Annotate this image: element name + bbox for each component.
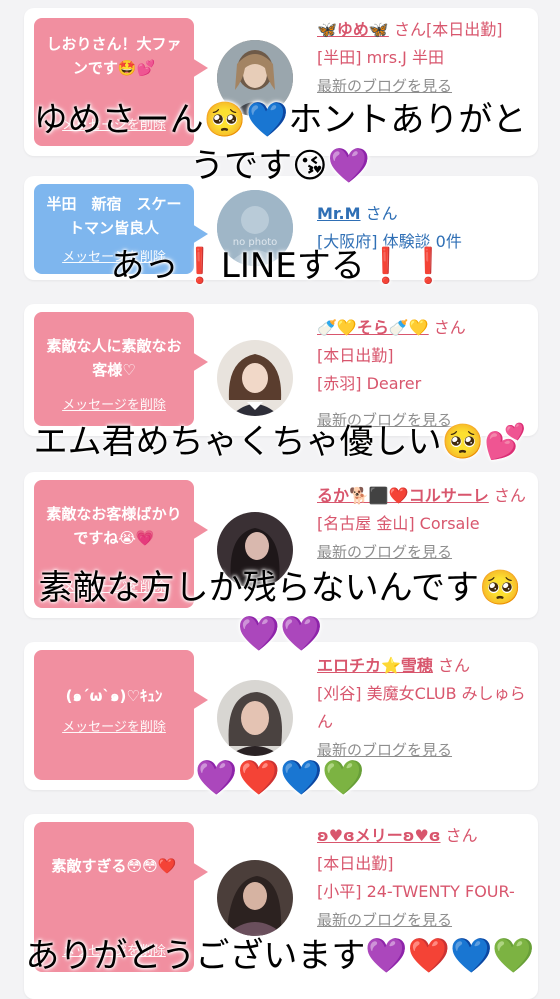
honorific: さん: [393, 20, 426, 39]
message-text: 半田 新宿 スケートマン皆良人: [46, 195, 182, 237]
message-bubble: 素敵なお客様ばかりですね😭💗 メッセージを削除: [34, 480, 208, 608]
shop-text: [刈谷] 美魔女CLUB みしゅらん: [317, 684, 526, 731]
message-card: 半田 新宿 スケートマン皆良人 メッセージを削除 no photo Mr.M さ…: [24, 176, 538, 280]
delete-message-link[interactable]: メッセージを削除: [34, 394, 194, 418]
profile-name[interactable]: 🍼💛そら🍼💛: [317, 318, 429, 337]
profile-name[interactable]: Mr.M: [317, 204, 361, 223]
profile-info: 🦋ゆめ🦋 さん[本日出勤] [半田] mrs.J 半田 最新のブログを見る: [317, 16, 532, 100]
message-card: (๑´ω`๑)♡ｷｭﾝ メッセージを削除 エロチカ⭐雪穂 さん [刈谷] 美魔女…: [24, 642, 538, 790]
profile-info: ʚ♥ɞメリーʚ♥ɞ さん [本日出勤] [小平] 24-TWENTY FOUR-…: [317, 822, 532, 934]
avatar[interactable]: [217, 512, 293, 588]
avatar-photo: [217, 512, 293, 588]
message-bubble: 半田 新宿 スケートマン皆良人 メッセージを削除: [34, 184, 208, 274]
blog-link[interactable]: 最新のブログを見る: [317, 906, 532, 934]
avatar[interactable]: no photo: [217, 190, 293, 266]
profile-name[interactable]: ʚ♥ɞメリーʚ♥ɞ: [317, 826, 441, 845]
status-text: [本日出勤]: [317, 346, 394, 365]
message-text: しおりさん！大ファンです🤩💕: [46, 35, 182, 77]
message-card: 素敵なお客様ばかりですね😭💗 メッセージを削除 るか🐕⬛❤️コルサーレ さん […: [24, 472, 538, 618]
honorific: さん: [445, 826, 478, 845]
message-text: (๑´ω`๑)♡ｷｭﾝ: [65, 687, 163, 705]
message-bubble: 素敵すぎる😳😳❤️ メッセージを削除: [34, 822, 208, 972]
avatar[interactable]: [217, 340, 293, 416]
shop-text: [赤羽] Dearer: [317, 374, 422, 393]
shop-text: [小平] 24-TWENTY FOUR-: [317, 882, 515, 901]
honorific: さん: [433, 318, 466, 337]
profile-info: るか🐕⬛❤️コルサーレ さん [名古屋 金山] Corsale 最新のブログを見…: [317, 482, 532, 566]
avatar-photo: [217, 340, 293, 416]
profile-name[interactable]: 🦋ゆめ🦋: [317, 20, 389, 39]
blog-link[interactable]: 最新のブログを見る: [317, 538, 532, 566]
profile-name[interactable]: エロチカ⭐雪穂: [317, 656, 433, 675]
avatar[interactable]: [217, 680, 293, 756]
shop-text: [大阪府] 体験談 0件: [317, 232, 462, 251]
avatar[interactable]: [217, 40, 293, 116]
profile-name[interactable]: るか🐕⬛❤️コルサーレ: [317, 486, 489, 505]
default-person-icon: [217, 190, 293, 266]
shop-text: [名古屋 金山] Corsale: [317, 514, 480, 533]
shop-text: [半田] mrs.J 半田: [317, 48, 444, 67]
status-text: [本日出勤]: [425, 20, 503, 39]
message-text: 素敵な人に素敵なお客様♡: [46, 337, 182, 379]
blog-link[interactable]: 最新のブログを見る: [317, 72, 532, 100]
avatar-photo: [217, 860, 293, 936]
profile-info: 🍼💛そら🍼💛 さん [本日出勤] [赤羽] Dearer 最新のブログを見る: [317, 314, 532, 434]
message-bubble: (๑´ω`๑)♡ｷｭﾝ メッセージを削除: [34, 650, 208, 780]
profile-info: Mr.M さん [大阪府] 体験談 0件: [317, 200, 532, 256]
message-card: 素敵すぎる😳😳❤️ メッセージを削除 ʚ♥ɞメリーʚ♥ɞ さん [本日出勤] […: [24, 814, 538, 999]
delete-message-link[interactable]: メッセージを削除: [34, 576, 194, 600]
honorific: さん: [493, 486, 526, 505]
delete-message-link[interactable]: メッセージを削除: [34, 940, 194, 964]
message-text: 素敵すぎる😳😳❤️: [51, 857, 177, 875]
message-text: 素敵なお客様ばかりですね😭💗: [46, 505, 182, 547]
message-bubble: しおりさん！大ファンです🤩💕 メッセージを削除: [34, 18, 208, 146]
honorific: さん: [438, 656, 471, 675]
honorific: さん: [365, 204, 398, 223]
delete-message-link[interactable]: メッセージを削除: [34, 114, 194, 138]
blog-link[interactable]: 最新のブログを見る: [317, 406, 532, 434]
message-bubble: 素敵な人に素敵なお客様♡ メッセージを削除: [34, 312, 208, 426]
delete-message-link[interactable]: メッセージを削除: [34, 246, 194, 270]
avatar-photo: [217, 40, 293, 116]
message-card: しおりさん！大ファンです🤩💕 メッセージを削除 🦋ゆめ🦋 さん[本日出勤] [半…: [24, 8, 538, 156]
no-photo-label: no photo: [232, 237, 278, 248]
avatar[interactable]: [217, 860, 293, 936]
blog-link[interactable]: 最新のブログを見る: [317, 736, 532, 764]
message-card: 素敵な人に素敵なお客様♡ メッセージを削除 🍼💛そら🍼💛 さん [本日出勤] […: [24, 304, 538, 436]
delete-message-link[interactable]: メッセージを削除: [34, 716, 194, 740]
profile-info: エロチカ⭐雪穂 さん [刈谷] 美魔女CLUB みしゅらん 最新のブログを見る: [317, 652, 532, 764]
avatar-photo: [217, 680, 293, 756]
status-text: [本日出勤]: [317, 854, 394, 873]
